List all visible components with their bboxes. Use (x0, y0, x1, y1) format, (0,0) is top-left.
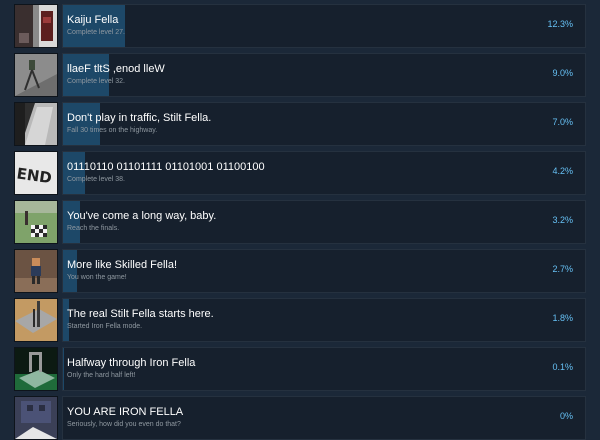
achievement-row[interactable]: Kaiju Fella Complete level 27. 12.3% (14, 4, 586, 48)
end-sign-icon: END (14, 151, 58, 195)
achievement-row[interactable]: The real Stilt Fella starts here. Starte… (14, 298, 586, 342)
achievement-name: Kaiju Fella (67, 14, 119, 26)
achievement-name: You've come a long way, baby. (67, 210, 217, 222)
achievement-description: Reach the finals. (67, 225, 120, 232)
achievement-percent: 4.2% (552, 166, 573, 176)
achievement-description: Complete level 27. (67, 29, 125, 36)
iron-fella-icon (14, 396, 58, 440)
achievement-row[interactable]: Don't play in traffic, Stilt Fella. Fall… (14, 102, 586, 146)
achievement-name: Don't play in traffic, Stilt Fella. (67, 112, 212, 124)
mirrored-level-icon (14, 53, 58, 97)
achievement-percent: 3.2% (552, 215, 573, 225)
progress-fill (63, 152, 85, 194)
achievement-row[interactable]: llaeF tltS ,enod lleW Complete level 32.… (14, 53, 586, 97)
achievement-row[interactable]: Halfway through Iron Fella Only the hard… (14, 347, 586, 391)
achievement-name: The real Stilt Fella starts here. (67, 308, 214, 320)
progress-fill (63, 348, 64, 390)
achievement-percent: 2.7% (552, 264, 573, 274)
achievement-row[interactable]: You've come a long way, baby. Reach the … (14, 200, 586, 244)
progress-fill (63, 250, 77, 292)
achievement-panel: Halfway through Iron Fella Only the hard… (62, 347, 586, 391)
finals-icon (14, 200, 58, 244)
achievement-percent: 1.8% (552, 313, 573, 323)
highway-icon (14, 102, 58, 146)
achievement-description: Seriously, how did you even do that? (67, 421, 181, 428)
achievement-description: Only the hard half left! (67, 372, 136, 379)
iron-halfway-icon (14, 347, 58, 391)
achievement-panel: Kaiju Fella Complete level 27. 12.3% (62, 4, 586, 48)
achievement-name: llaeF tltS ,enod lleW (67, 63, 165, 75)
achievement-name: Halfway through Iron Fella (67, 357, 196, 369)
achievement-name: 01110110 01101111 01101001 01100100 (67, 161, 265, 173)
achievement-percent: 12.3% (547, 19, 573, 29)
achievement-description: Started Iron Fella mode. (67, 323, 143, 330)
achievement-panel: 01110110 01101111 01101001 01100100 Comp… (62, 151, 586, 195)
achievement-description: You won the game! (67, 274, 127, 281)
progress-fill (63, 299, 69, 341)
achievement-percent: 7.0% (552, 117, 573, 127)
achievement-panel: More like Skilled Fella! You won the gam… (62, 249, 586, 293)
achievement-description: Complete level 32. (67, 78, 125, 85)
achievement-panel: You've come a long way, baby. Reach the … (62, 200, 586, 244)
achievement-name: More like Skilled Fella! (67, 259, 178, 271)
kaiju-fella-icon (14, 4, 58, 48)
achievement-row[interactable]: YOU ARE IRON FELLA Seriously, how did yo… (14, 396, 586, 440)
achievement-percent: 9.0% (552, 68, 573, 78)
win-icon (14, 249, 58, 293)
achievement-percent: 0% (559, 411, 573, 421)
achievement-name: YOU ARE IRON FELLA (67, 406, 184, 418)
iron-mode-start-icon (14, 298, 58, 342)
achievement-panel: The real Stilt Fella starts here. Starte… (62, 298, 586, 342)
achievement-description: Fall 30 times on the highway. (67, 127, 158, 134)
progress-fill (63, 103, 100, 145)
achievement-percent: 0.1% (552, 362, 573, 372)
progress-fill (63, 54, 109, 96)
achievement-panel: Don't play in traffic, Stilt Fella. Fall… (62, 102, 586, 146)
achievement-panel: YOU ARE IRON FELLA Seriously, how did yo… (62, 396, 586, 440)
achievement-panel: llaeF tltS ,enod lleW Complete level 32.… (62, 53, 586, 97)
progress-fill (63, 201, 80, 243)
achievement-list: Kaiju Fella Complete level 27. 12.3% lla… (0, 0, 600, 440)
achievement-description: Complete level 38. (67, 176, 125, 183)
achievement-row[interactable]: END 01110110 01101111 01101001 01100100 … (14, 151, 586, 195)
progress-fill (63, 5, 125, 47)
achievement-row[interactable]: More like Skilled Fella! You won the gam… (14, 249, 586, 293)
